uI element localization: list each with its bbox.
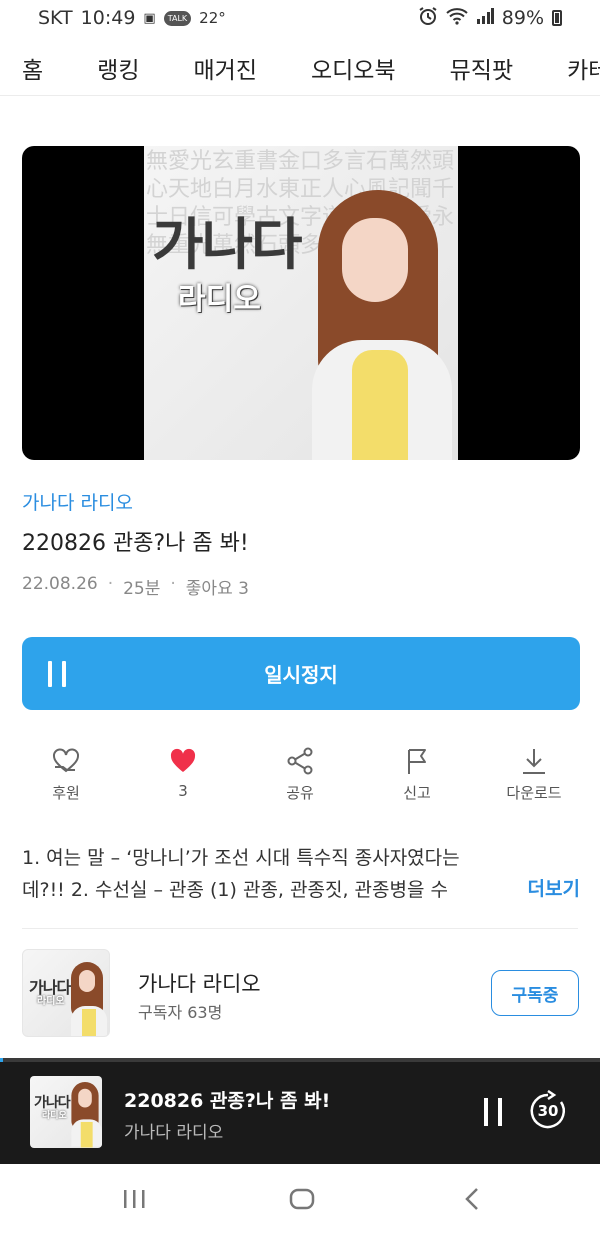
mini-thumb-logo-sub: 라디오 (42, 1111, 67, 1121)
carrier-label: SKT (38, 7, 73, 29)
episode-description: 1. 여는 말 – ‘망나니’가 조선 시대 특수직 종사자였다는 데?!! 2… (22, 842, 578, 906)
cover-artwork: 無愛光玄重書金口多言石萬然頭心天地白月水東正人心風記聞千士日信可學古文字道佛明國… (144, 146, 458, 460)
mini-pause-icon[interactable] (484, 1098, 504, 1126)
thumb-logo-sub: 라디오 (37, 996, 65, 1007)
download-button[interactable]: 다운로드 (484, 744, 584, 803)
heart-hand-icon (16, 744, 116, 778)
like-button[interactable]: 3 (133, 744, 233, 800)
pause-button-label: 일시정지 (264, 663, 338, 687)
cover-logo-main: 가나다 (152, 213, 303, 278)
tab-musicpod[interactable]: 뮤직팟 (450, 51, 513, 85)
home-icon (289, 1188, 315, 1209)
heart-icon (133, 744, 233, 778)
system-nav-bar (0, 1164, 600, 1233)
recent-apps-button[interactable] (114, 1164, 154, 1233)
description-line-1: 1. 여는 말 – ‘망나니’가 조선 시대 특수직 종사자였다는 (22, 847, 460, 869)
episode-meta: 22.08.26 · 25분 · 좋아요 3 (22, 574, 249, 599)
clock: 10:49 (80, 7, 136, 29)
channel-link[interactable]: 가나다 라디오 (22, 488, 133, 515)
tab-home[interactable]: 홈 (22, 51, 43, 85)
more-button[interactable]: 더보기 (521, 874, 580, 901)
recent-apps-icon (124, 1189, 145, 1208)
mini-player-title: 220826 관종?나 좀 봐! (124, 1090, 331, 1112)
donate-label: 후원 (52, 784, 80, 802)
episode-date: 22.08.26 (22, 574, 98, 594)
battery-percent: 89% (501, 7, 544, 29)
episode-cover: 無愛光玄重書金口多言石萬然頭心天地白月水東正人心風記聞千士日信可學古文字道佛明國… (22, 146, 580, 460)
status-bar: SKT 10:49 ▣ TALK 22° 89% (0, 0, 600, 36)
share-label: 공유 (286, 784, 314, 802)
episode-likes: 좋아요 3 (185, 579, 249, 599)
pause-button[interactable]: 일시정지 (22, 637, 580, 710)
share-button[interactable]: 공유 (250, 744, 350, 803)
host-thumbnail (71, 962, 107, 1036)
mini-thumb-host (71, 1082, 102, 1148)
home-button[interactable] (282, 1164, 322, 1233)
mini-player-channel: 가나다 라디오 (124, 1123, 224, 1143)
channel-thumbnail[interactable]: 가나다 라디오 (22, 949, 110, 1037)
top-nav: 홈 랭킹 매거진 오디오북 뮤직팟 카테고리 (0, 40, 600, 96)
download-icon (484, 744, 584, 778)
forward-30-button[interactable]: 30 (527, 1089, 569, 1132)
temperature: 22° (199, 9, 226, 27)
share-icon (250, 744, 350, 778)
tab-category[interactable]: 카테고리 (567, 51, 600, 85)
subscriber-count: 구독자 63명 (138, 1003, 223, 1022)
donate-button[interactable]: 후원 (16, 744, 116, 803)
cover-logo-sub: 라디오 (178, 282, 261, 317)
notification-app-icon: ▣ (143, 10, 156, 26)
alarm-icon (418, 6, 438, 31)
report-label: 신고 (403, 784, 431, 802)
playback-progress[interactable] (0, 1058, 600, 1062)
tab-audiobook[interactable]: 오디오북 (311, 51, 396, 85)
channel-name[interactable]: 가나다 라디오 (138, 968, 261, 998)
like-count: 3 (178, 782, 188, 800)
mini-player[interactable]: 가나다 라디오 220826 관종?나 좀 봐! 가나다 라디오 30 (0, 1058, 600, 1164)
flag-icon (367, 744, 467, 778)
divider (22, 928, 578, 929)
back-button[interactable] (452, 1164, 492, 1233)
battery-icon (552, 10, 562, 26)
subscribe-button[interactable]: 구독중 (491, 970, 579, 1016)
tab-magazine[interactable]: 매거진 (194, 51, 257, 85)
report-button[interactable]: 신고 (367, 744, 467, 803)
signal-icon (476, 7, 494, 29)
wifi-icon (446, 7, 468, 30)
episode-duration: 25분 (123, 579, 161, 599)
forward-seconds: 30 (537, 1102, 559, 1120)
episode-title: 220826 관종?나 좀 봐! (22, 531, 249, 556)
description-line-2: 데?!! 2. 수선실 – 관종 (1) 관종, 관종짓, 관종병을 수 (22, 879, 448, 901)
tab-ranking[interactable]: 랭킹 (97, 51, 139, 85)
mini-player-thumbnail: 가나다 라디오 (30, 1076, 102, 1148)
kakaotalk-icon: TALK (163, 10, 192, 26)
download-label: 다운로드 (506, 784, 562, 802)
host-portrait (312, 190, 452, 460)
pause-icon (48, 661, 68, 687)
back-icon (465, 1187, 478, 1210)
episode-actions: 후원 3 공유 신고 다운로드 (0, 744, 600, 808)
